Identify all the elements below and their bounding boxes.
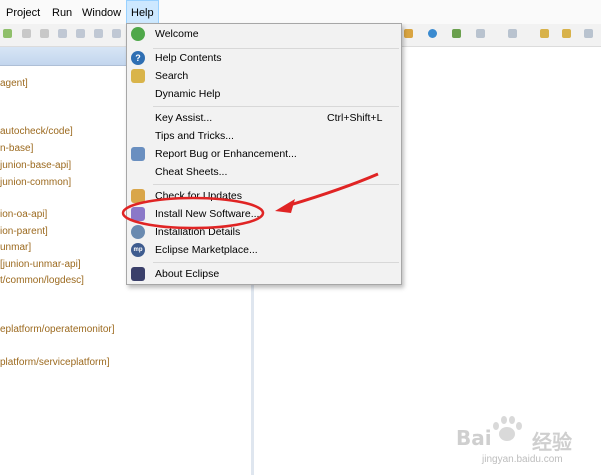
watermark-brand-suffix: 经验 [532, 430, 572, 454]
watermark-url: jingyan.baidu.com [482, 454, 563, 465]
annotation-overlay [121, 172, 379, 230]
baidu-watermark: Bai 经验 jingyan.baidu.com [452, 412, 601, 472]
highlight-ellipse [121, 196, 265, 230]
watermark-brand: Bai [456, 426, 492, 450]
annotation-arrow [289, 172, 379, 207]
arrow-head [275, 199, 295, 213]
